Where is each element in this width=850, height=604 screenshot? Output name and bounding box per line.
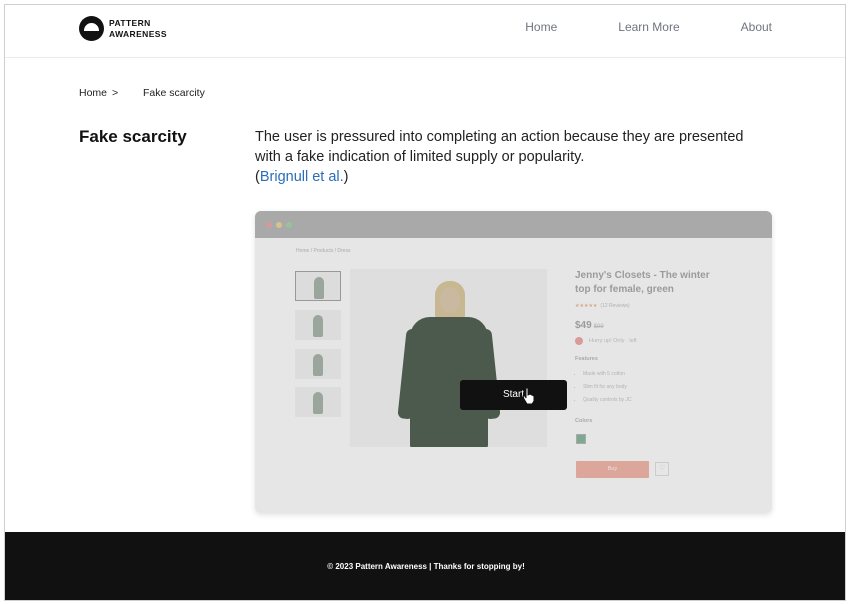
review-count: (12 Reviews)	[600, 303, 630, 309]
page-frame: PATTERN AWARENESS Home Learn More About …	[4, 4, 846, 601]
product-thumbnail	[295, 271, 341, 301]
hurry-text: Hurry up! Only · left	[589, 338, 637, 344]
feature-item: Quality controls by JC	[583, 394, 632, 407]
close-dot-icon	[266, 222, 272, 228]
breadcrumb-separator: >	[111, 87, 119, 99]
citation-link[interactable]: Brignull et al.	[260, 169, 344, 185]
price-value: $49	[575, 320, 592, 331]
logo-text-line2: AWARENESS	[109, 28, 167, 39]
old-price: $99	[593, 324, 604, 330]
demo-titlebar	[255, 211, 772, 238]
feature-item: Slim fit for any body	[583, 381, 632, 394]
color-swatch	[576, 434, 586, 444]
product-title: Jenny's Closets - The winter top for fem…	[575, 270, 710, 295]
breadcrumb-current: Fake scarcity	[143, 87, 205, 99]
breadcrumb: Home > Fake scarcity	[79, 87, 205, 99]
nav-about[interactable]: About	[741, 20, 772, 34]
logo-text: PATTERN AWARENESS	[109, 18, 167, 40]
citation-close: )	[343, 169, 349, 185]
nav-home[interactable]: Home	[525, 20, 557, 34]
product-price: $49 $99	[575, 320, 604, 331]
features-heading: Features	[575, 356, 598, 362]
colors-heading: Colors	[575, 418, 593, 424]
logo-text-line1: PATTERN	[109, 17, 151, 28]
maximize-dot-icon	[286, 222, 292, 228]
logo-icon	[79, 16, 104, 41]
minimize-dot-icon	[276, 222, 282, 228]
footer-text: © 2023 Pattern Awareness | Thanks for st…	[327, 562, 525, 571]
flame-icon	[575, 337, 583, 345]
feature-item: Made with 5 cotton	[583, 368, 632, 381]
breadcrumb-home[interactable]: Home	[79, 87, 107, 99]
page-title: Fake scarcity	[79, 127, 187, 146]
description-text: The user is pressured into completing an…	[255, 129, 744, 165]
site-header: PATTERN AWARENESS Home Learn More About	[5, 5, 845, 58]
nav-learn-more[interactable]: Learn More	[618, 20, 679, 34]
logo[interactable]: PATTERN AWARENESS	[79, 16, 167, 41]
stars-glyphs: ★★★★★	[575, 303, 598, 309]
site-footer: © 2023 Pattern Awareness | Thanks for st…	[5, 532, 845, 600]
rating-stars: ★★★★★ (12 Reviews)	[575, 303, 630, 309]
heart-icon: ♡	[655, 462, 669, 476]
buy-button: Buy	[576, 461, 649, 478]
features-list: Made with 5 cotton Slim fit for any body…	[575, 368, 632, 407]
product-thumbnail	[295, 387, 341, 417]
demo-window: Home / Products / Dress Jenny's Closets …	[255, 211, 772, 513]
pattern-description: The user is pressured into completing an…	[255, 127, 745, 187]
scarcity-message: Hurry up! Only · left	[575, 337, 637, 345]
product-thumbnail	[295, 349, 341, 379]
main-nav: Home Learn More About	[464, 20, 772, 34]
product-thumbnail	[295, 310, 341, 340]
start-button[interactable]: Start	[460, 380, 567, 410]
product-main-image	[350, 269, 547, 447]
hand-cursor-icon	[522, 387, 535, 405]
demo-breadcrumb: Home / Products / Dress	[296, 248, 351, 254]
